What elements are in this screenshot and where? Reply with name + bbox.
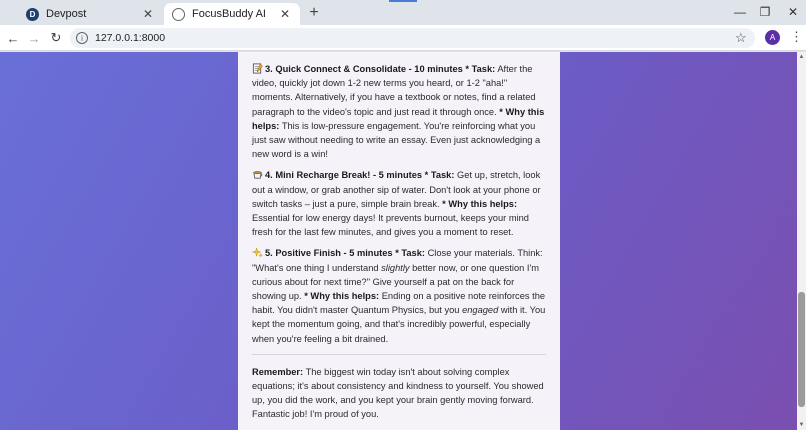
browser-toolbar: ← → ↻ i 127.0.0.1:8000 ☆ A ⋮: [0, 25, 806, 51]
tea-cup-icon: [253, 171, 263, 180]
restore-icon[interactable]: ❐: [750, 3, 780, 21]
globe-icon: [172, 7, 185, 21]
remember-label: Remember:: [252, 366, 304, 377]
url-text[interactable]: 127.0.0.1:8000: [95, 32, 165, 44]
step-5-heading: 5. Positive Finish - 5 minutes * Task:: [265, 248, 425, 259]
study-plan-card: 3. Quick Connect & Consolidate - 10 minu…: [238, 52, 560, 430]
page-viewport: 3. Quick Connect & Consolidate - 10 minu…: [0, 52, 797, 430]
reload-icon[interactable]: ↻: [47, 29, 65, 47]
step-5: 5. Positive Finish - 5 minutes * Task: C…: [252, 246, 546, 345]
memo-icon: [252, 63, 263, 74]
tab-title: Devpost: [46, 8, 87, 20]
back-arrow-icon[interactable]: ←: [4, 29, 22, 47]
step-4-heading: 4. Mini Recharge Break! - 5 minutes * Ta…: [265, 170, 455, 181]
tab-title: FocusBuddy AI: [192, 8, 266, 20]
step-5-task-emphasis: slightly: [381, 262, 410, 273]
step-4-why: Essential for low energy days! It preven…: [252, 213, 529, 238]
step-3-why: This is low-pressure engagement. You're …: [252, 120, 541, 160]
step-4-why-label: * Why this helps:: [442, 198, 518, 209]
step-3-heading: 3. Quick Connect & Consolidate - 10 minu…: [265, 64, 496, 74]
close-icon[interactable]: ✕: [278, 7, 292, 21]
step-4: 4. Mini Recharge Break! - 5 minutes * Ta…: [252, 168, 546, 239]
forward-arrow-icon[interactable]: →: [25, 29, 43, 47]
scrollbar-thumb[interactable]: [798, 292, 805, 407]
step-3: 3. Quick Connect & Consolidate - 10 minu…: [252, 62, 546, 161]
close-icon[interactable]: ✕: [141, 7, 155, 21]
bookmark-star-icon[interactable]: ☆: [735, 30, 747, 46]
tab-drag-indicator: [389, 0, 417, 2]
profile-avatar[interactable]: A: [765, 30, 780, 45]
sparkles-icon: [252, 247, 263, 258]
step-5-why-label: * Why this helps:: [304, 291, 380, 302]
address-bar[interactable]: i 127.0.0.1:8000: [70, 28, 755, 48]
tab-focusbuddy[interactable]: FocusBuddy AI ✕: [164, 3, 300, 25]
tab-devpost[interactable]: D Devpost ✕: [18, 3, 163, 25]
scroll-up-arrow-icon[interactable]: ▲: [798, 54, 805, 60]
tab-strip: D Devpost ✕ FocusBuddy AI ✕ + — ❐ ✕: [0, 0, 806, 25]
new-tab-button[interactable]: +: [305, 4, 323, 22]
step-5-why-emphasis: engaged: [462, 305, 499, 316]
divider: [252, 353, 546, 355]
site-info-icon[interactable]: i: [76, 32, 88, 44]
remember-note: Remember: The biggest win today isn't ab…: [252, 365, 546, 422]
devpost-logo-icon: D: [26, 7, 39, 21]
scroll-down-arrow-icon[interactable]: ▼: [798, 422, 805, 428]
menu-kebab-icon[interactable]: ⋮: [790, 29, 803, 45]
page-scrollbar[interactable]: ▲ ▼: [797, 52, 806, 430]
window-close-icon[interactable]: ✕: [778, 3, 806, 21]
